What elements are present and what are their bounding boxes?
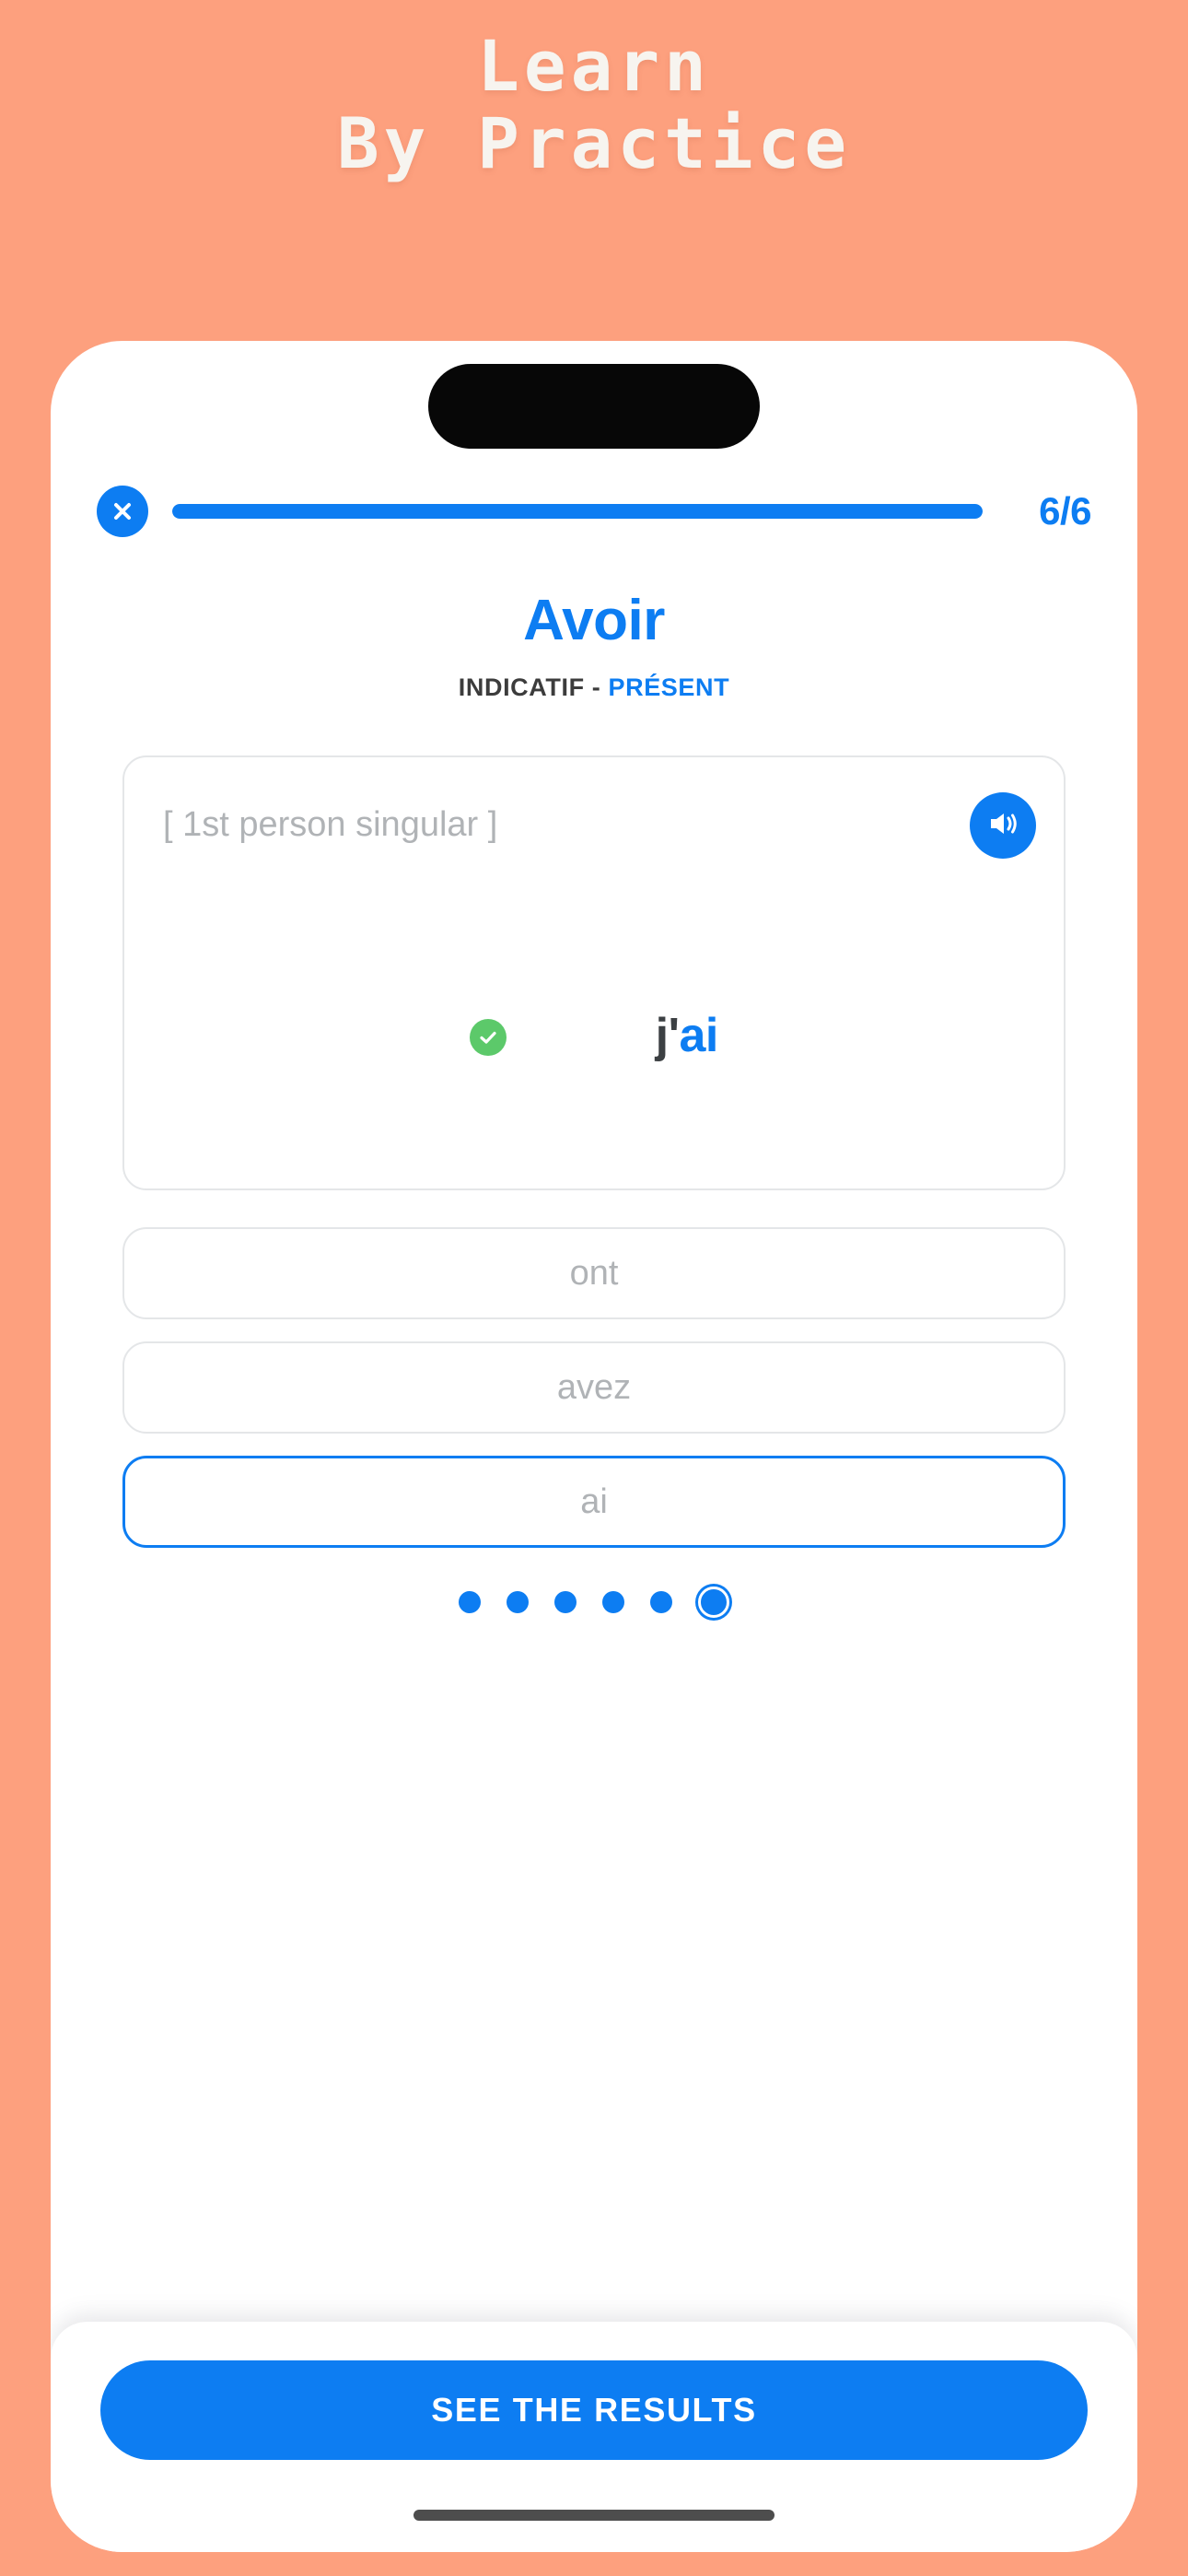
pagination-dot[interactable]: [507, 1591, 529, 1613]
app-screen: 6/6 Avoir INDICATIF - PRÉSENT [ 1st pers…: [51, 341, 1137, 2552]
promo-headline: Learn By Practice: [0, 28, 1188, 182]
mood-tense-separator: -: [591, 673, 601, 701]
home-indicator: [413, 2510, 775, 2521]
question-counter: 6/6: [1039, 489, 1091, 533]
footer-panel: SEE THE RESULTS: [51, 2322, 1137, 2552]
option-button-1[interactable]: ont: [122, 1227, 1066, 1319]
play-audio-button[interactable]: [970, 792, 1036, 859]
option-label: ai: [580, 1481, 608, 1521]
pagination-dots: [51, 1587, 1137, 1618]
check-circle-icon: [470, 1019, 507, 1056]
pagination-dot[interactable]: [554, 1591, 577, 1613]
progress-bar-fill: [172, 504, 983, 519]
promo-headline-line-2: By Practice: [336, 102, 852, 184]
promo-headline-line-1: Learn: [477, 25, 711, 107]
option-label: ont: [569, 1253, 619, 1293]
answer-card: [ 1st person singular ] j'ai: [122, 755, 1066, 1190]
mood-label: INDICATIF: [458, 673, 585, 701]
answer-conjugation: j'ai: [527, 953, 719, 1118]
tense-subtitle: INDICATIF - PRÉSENT: [51, 673, 1137, 702]
phone-mockup: 6/6 Avoir INDICATIF - PRÉSENT [ 1st pers…: [51, 341, 1137, 2552]
pagination-dot[interactable]: [650, 1591, 672, 1613]
answer-display: j'ai: [124, 953, 1064, 1118]
see-results-button[interactable]: SEE THE RESULTS: [100, 2360, 1088, 2460]
close-button[interactable]: [97, 486, 148, 537]
answer-ending: ai: [679, 1009, 718, 1062]
pagination-dot[interactable]: [459, 1591, 481, 1613]
progress-bar: [172, 504, 983, 519]
exercise-topbar: 6/6: [51, 470, 1137, 553]
pagination-dot[interactable]: [602, 1591, 624, 1613]
answer-options: ont avez ai: [122, 1227, 1066, 1548]
answer-pronoun: j': [655, 1009, 680, 1062]
pagination-dot-current[interactable]: [698, 1587, 729, 1618]
verb-title: Avoir: [523, 589, 665, 652]
person-hint: [ 1st person singular ]: [163, 805, 498, 844]
option-button-2[interactable]: avez: [122, 1341, 1066, 1434]
option-label: avez: [556, 1367, 632, 1407]
close-icon: [110, 498, 135, 524]
speaker-icon: [984, 805, 1021, 847]
tense-label: PRÉSENT: [608, 673, 730, 701]
option-button-3[interactable]: ai: [122, 1456, 1066, 1548]
